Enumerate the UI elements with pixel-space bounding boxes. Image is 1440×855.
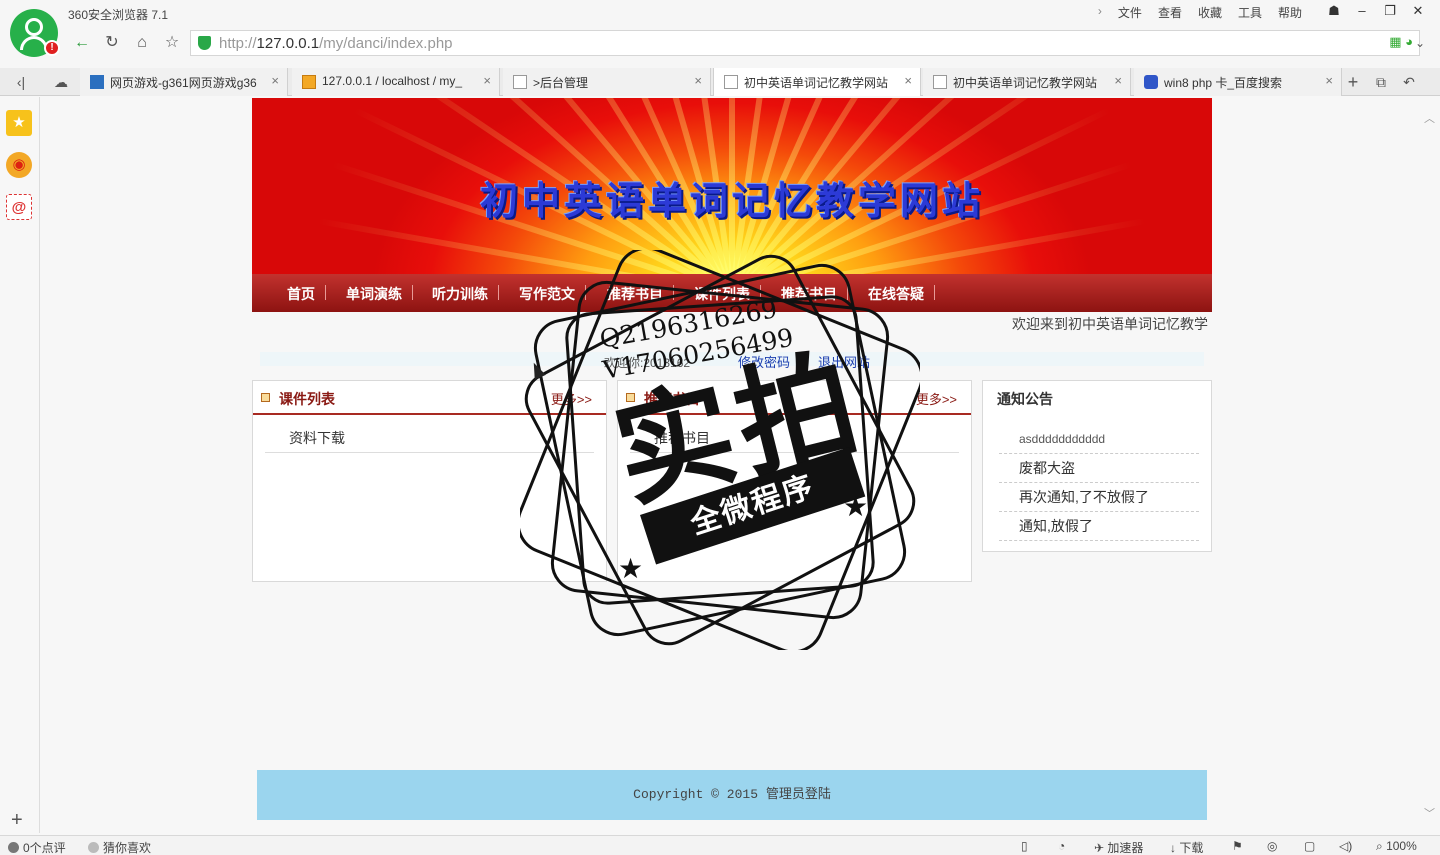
- panel-title: 课件列表: [279, 391, 335, 407]
- page-favicon-icon: [513, 75, 527, 89]
- tab-close-icon[interactable]: ×: [694, 73, 702, 88]
- notice-title: 通知公告: [997, 391, 1053, 407]
- menu-file[interactable]: 文件: [1110, 4, 1150, 21]
- scroll-up-icon[interactable]: ︿: [1424, 110, 1435, 126]
- refresh-icon[interactable]: ↻: [100, 31, 124, 55]
- home-icon[interactable]: ⌂: [130, 31, 154, 55]
- nav-online-qa[interactable]: 在线答疑: [868, 284, 924, 304]
- browser-user-icon[interactable]: !: [10, 9, 60, 57]
- clean-icon[interactable]: ◔: [1058, 839, 1065, 853]
- tab-english-site[interactable]: 初中英语单词记忆教学网站 ×: [923, 68, 1131, 96]
- menu-tools[interactable]: 工具: [1230, 4, 1270, 21]
- mail-at-icon[interactable]: @: [6, 194, 32, 220]
- tab-close-icon[interactable]: ×: [483, 73, 491, 88]
- menu-view[interactable]: 查看: [1150, 4, 1190, 21]
- nav-recommended-books[interactable]: 推荐书目: [607, 284, 663, 304]
- notice-item[interactable]: 通知,放假了: [999, 512, 1199, 541]
- list-item[interactable]: 资料下载: [265, 423, 594, 453]
- tab-admin[interactable]: >后台管理 ×: [503, 68, 711, 96]
- security-shield-icon: [198, 36, 211, 50]
- comments-status[interactable]: 0个点评: [8, 839, 66, 855]
- zoom-level[interactable]: ⌕ 100%: [1376, 839, 1417, 854]
- more-link[interactable]: 更多>>: [916, 389, 957, 408]
- chevron-right-icon[interactable]: ›: [1090, 4, 1110, 21]
- close-icon[interactable]: ✕: [1406, 2, 1430, 20]
- download-button[interactable]: ↓ 下载: [1170, 839, 1203, 855]
- sidebar-add-icon[interactable]: +: [11, 809, 23, 832]
- tab-close-icon[interactable]: ×: [1114, 73, 1122, 88]
- notice-item[interactable]: 废都大盗: [999, 454, 1199, 483]
- guess-you-like[interactable]: 猜你喜欢: [88, 839, 151, 855]
- accelerator-button[interactable]: ✈ 加速器: [1094, 839, 1143, 855]
- heart-icon: [88, 842, 99, 853]
- new-tab-plus-icon[interactable]: +: [1342, 72, 1364, 92]
- site-footer: Copyright © 2015 管理员登陆: [257, 770, 1207, 820]
- navigation-row: ← ↻ ⌂ ☆ http://127.0.0.1/my/danci/index.…: [66, 29, 1432, 57]
- tab-close-icon[interactable]: ×: [271, 73, 279, 88]
- alert-badge-icon: !: [44, 40, 60, 56]
- nav-word-practice[interactable]: 单词演练: [346, 284, 402, 304]
- flag-icon[interactable]: ⚑: [1232, 839, 1243, 853]
- baidu-favicon-icon: [1144, 75, 1158, 89]
- skin-icon[interactable]: ☗: [1322, 2, 1346, 20]
- tab-phpmyadmin[interactable]: 127.0.0.1 / localhost / my_ ×: [292, 68, 500, 96]
- tab-close-icon[interactable]: ×: [1325, 73, 1333, 88]
- address-bar[interactable]: http://127.0.0.1/my/danci/index.php ▦ ◕: [190, 30, 1420, 56]
- nav-recommended-books-2[interactable]: 推荐书目: [781, 284, 837, 304]
- site-banner: 初中英语单词记忆教学网站: [252, 98, 1212, 274]
- menu-favorites[interactable]: 收藏: [1190, 4, 1230, 21]
- g361-favicon-icon: [90, 75, 104, 89]
- maximize-icon[interactable]: ❐: [1378, 2, 1402, 20]
- nav-writing[interactable]: 写作范文: [519, 284, 575, 304]
- banner-title: 初中英语单词记忆教学网站: [479, 179, 984, 223]
- tab-list-icon[interactable]: ‹|: [10, 72, 32, 92]
- nav-listening[interactable]: 听力训练: [432, 284, 488, 304]
- ie-mode-icon[interactable]: ◎: [1267, 839, 1277, 853]
- undo-close-icon[interactable]: ↶: [1398, 72, 1420, 92]
- tab-windows-icon[interactable]: ⧉: [1370, 72, 1392, 92]
- window-controls: ☗ – ❐ ✕: [1322, 2, 1430, 20]
- left-sidebar: ★ ◉ @ +: [0, 97, 40, 833]
- statusbar: 0个点评 猜你喜欢 ▯ ◔ ✈ 加速器 ↓ 下载 ⚑ ◎ ▢ ◁) ⌕ 100%: [0, 835, 1440, 855]
- cloud-icon[interactable]: ☁: [50, 72, 72, 92]
- tab-english-site-active[interactable]: 初中英语单词记忆教学网站 ×: [713, 68, 921, 96]
- notice-item[interactable]: asddddddddddd: [999, 425, 1199, 454]
- url-text[interactable]: http://127.0.0.1/my/danci/index.php: [219, 35, 453, 52]
- tab-close-icon[interactable]: ×: [904, 73, 912, 88]
- welcome-marquee: 欢迎来到初中英语单词记忆教学: [1012, 316, 1208, 332]
- bullet-square-icon: [261, 393, 270, 402]
- menu-bar: › 文件 查看 收藏 工具 帮助: [1090, 4, 1310, 21]
- courseware-panel: 课件列表 更多>> 资料下载: [252, 380, 607, 582]
- notice-panel: 通知公告 asddddddddddd 废都大盗 再次通知,了不放假了 通知,放假…: [982, 380, 1212, 552]
- app-title: 360安全浏览器 7.1: [68, 8, 169, 22]
- star-icon[interactable]: ☆: [160, 31, 184, 55]
- tab-strip: ‹| ☁ 网页游戏-g361网页游戏g36 × 127.0.0.1 / loca…: [0, 68, 1440, 96]
- footer-copyright: Copyright © 2015: [633, 787, 758, 802]
- stamp-star-icon: ★: [843, 491, 869, 522]
- back-arrow-icon[interactable]: ←: [70, 31, 94, 55]
- tab-baidu-search[interactable]: win8 php 卡_百度搜索 ×: [1134, 68, 1342, 96]
- page-favicon-icon: [933, 75, 947, 89]
- chevron-down-icon[interactable]: ⌄: [1408, 30, 1432, 56]
- page-favicon-icon: [724, 75, 738, 89]
- phpmyadmin-favicon-icon: [302, 75, 316, 89]
- more-link[interactable]: 更多>>: [551, 389, 592, 408]
- menu-help[interactable]: 帮助: [1270, 4, 1310, 21]
- weibo-icon[interactable]: ◉: [6, 152, 32, 178]
- minimize-icon[interactable]: –: [1350, 2, 1374, 20]
- favorites-star-icon[interactable]: ★: [6, 110, 32, 136]
- tab-g361[interactable]: 网页游戏-g361网页游戏g36 ×: [80, 68, 288, 96]
- sound-icon[interactable]: ◁): [1339, 839, 1352, 853]
- notice-item[interactable]: 再次通知,了不放假了: [999, 483, 1199, 512]
- phone-icon[interactable]: ▯: [1021, 839, 1028, 853]
- stamp-star-icon: ★: [618, 553, 644, 584]
- scroll-down-icon[interactable]: ﹀: [1424, 805, 1435, 821]
- nav-home[interactable]: 首页: [287, 284, 315, 304]
- comment-icon: [8, 842, 19, 853]
- browser-titlebar: ! 360安全浏览器 7.1 › 文件 查看 收藏 工具 帮助 ☗ – ❐ ✕ …: [0, 0, 1440, 68]
- window-icon[interactable]: ▢: [1304, 839, 1315, 853]
- admin-login-link[interactable]: 管理员登陆: [766, 787, 831, 802]
